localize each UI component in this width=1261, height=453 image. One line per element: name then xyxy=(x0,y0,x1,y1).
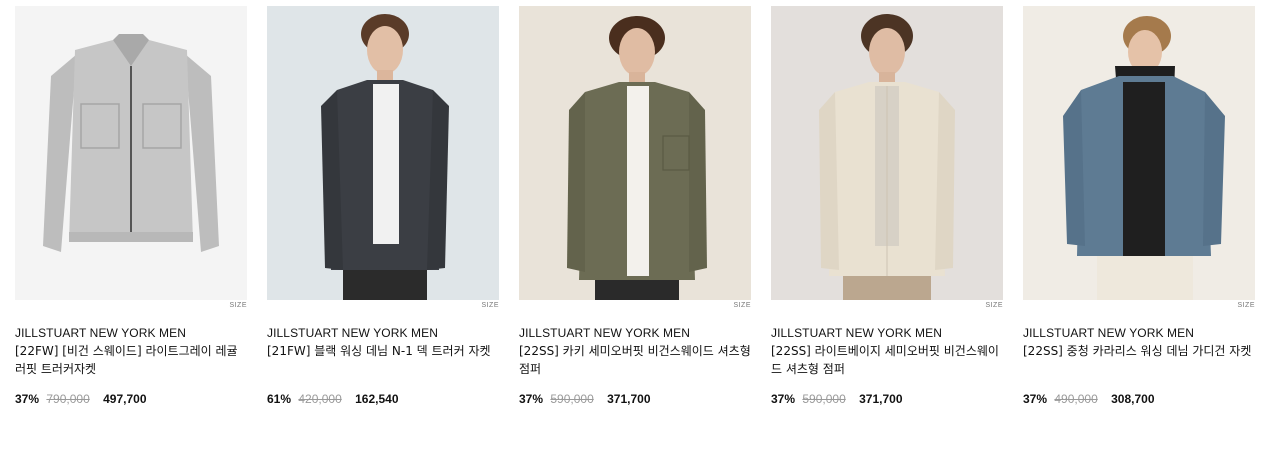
product-card[interactable]: SIZE JILLSTUART NEW YORK MEN [22SS] 라이트베… xyxy=(771,6,1003,407)
discount-rate: 37% xyxy=(1023,392,1048,406)
size-label[interactable]: SIZE xyxy=(15,300,247,312)
model-jacket-image xyxy=(771,6,1003,300)
price-row: 61% 420,000 162,540 xyxy=(267,391,499,407)
product-name[interactable]: [22SS] 중청 카라리스 워싱 데님 가디건 자켓 xyxy=(1023,342,1255,378)
product-image[interactable] xyxy=(1023,6,1255,300)
product-name[interactable]: [22SS] 라이트베이지 세미오버핏 비건스웨이드 셔츠형 점퍼 xyxy=(771,342,1003,378)
product-card[interactable]: SIZE JILLSTUART NEW YORK MEN [22FW] [비건 … xyxy=(15,6,247,407)
size-label[interactable]: SIZE xyxy=(519,300,751,312)
model-jacket-image xyxy=(519,6,751,300)
price-row: 37% 790,000 497,700 xyxy=(15,391,247,407)
original-price: 590,000 xyxy=(802,392,846,406)
original-price: 790,000 xyxy=(46,392,90,406)
product-name[interactable]: [22SS] 카키 세미오버핏 비건스웨이드 셔츠형 점퍼 xyxy=(519,342,751,378)
brand-name: JILLSTUART NEW YORK MEN xyxy=(1023,326,1195,340)
product-card[interactable]: SIZE JILLSTUART NEW YORK MEN [22SS] 카키 세… xyxy=(519,6,751,407)
size-label[interactable]: SIZE xyxy=(1023,300,1255,312)
product-card[interactable]: SIZE JILLSTUART NEW YORK MEN [21FW] 블랙 워… xyxy=(267,6,499,407)
brand-name: JILLSTUART NEW YORK MEN xyxy=(267,326,439,340)
original-price: 420,000 xyxy=(298,392,342,406)
size-label[interactable]: SIZE xyxy=(267,300,499,312)
price-row: 37% 490,000 308,700 xyxy=(1023,391,1255,407)
product-image[interactable] xyxy=(771,6,1003,300)
original-price: 490,000 xyxy=(1054,392,1098,406)
price-row: 37% 590,000 371,700 xyxy=(771,391,1003,407)
original-price: 590,000 xyxy=(550,392,594,406)
discount-rate: 61% xyxy=(267,392,292,406)
discount-rate: 37% xyxy=(519,392,544,406)
size-label[interactable]: SIZE xyxy=(771,300,1003,312)
sale-price: 162,540 xyxy=(355,392,399,406)
sale-price: 371,700 xyxy=(607,392,651,406)
discount-rate: 37% xyxy=(771,392,796,406)
brand-name: JILLSTUART NEW YORK MEN xyxy=(15,326,187,340)
flat-jacket-image xyxy=(15,6,247,300)
brand-name: JILLSTUART NEW YORK MEN xyxy=(519,326,691,340)
sale-price: 371,700 xyxy=(859,392,903,406)
sale-price: 308,700 xyxy=(1111,392,1155,406)
product-image[interactable] xyxy=(15,6,247,300)
discount-rate: 37% xyxy=(15,392,40,406)
product-grid: SIZE JILLSTUART NEW YORK MEN [22FW] [비건 … xyxy=(15,6,1255,407)
model-jacket-image xyxy=(1023,6,1255,300)
product-image[interactable] xyxy=(519,6,751,300)
price-row: 37% 590,000 371,700 xyxy=(519,391,751,407)
sale-price: 497,700 xyxy=(103,392,147,406)
model-jacket-image xyxy=(267,6,499,300)
brand-name: JILLSTUART NEW YORK MEN xyxy=(771,326,943,340)
product-name[interactable]: [22FW] [비건 스웨이드] 라이트그레이 레귤러핏 트러커자켓 xyxy=(15,342,247,378)
product-image[interactable] xyxy=(267,6,499,300)
product-card[interactable]: SIZE JILLSTUART NEW YORK MEN [22SS] 중청 카… xyxy=(1023,6,1255,407)
product-name[interactable]: [21FW] 블랙 워싱 데님 N-1 덱 트러커 자켓 xyxy=(267,342,499,378)
